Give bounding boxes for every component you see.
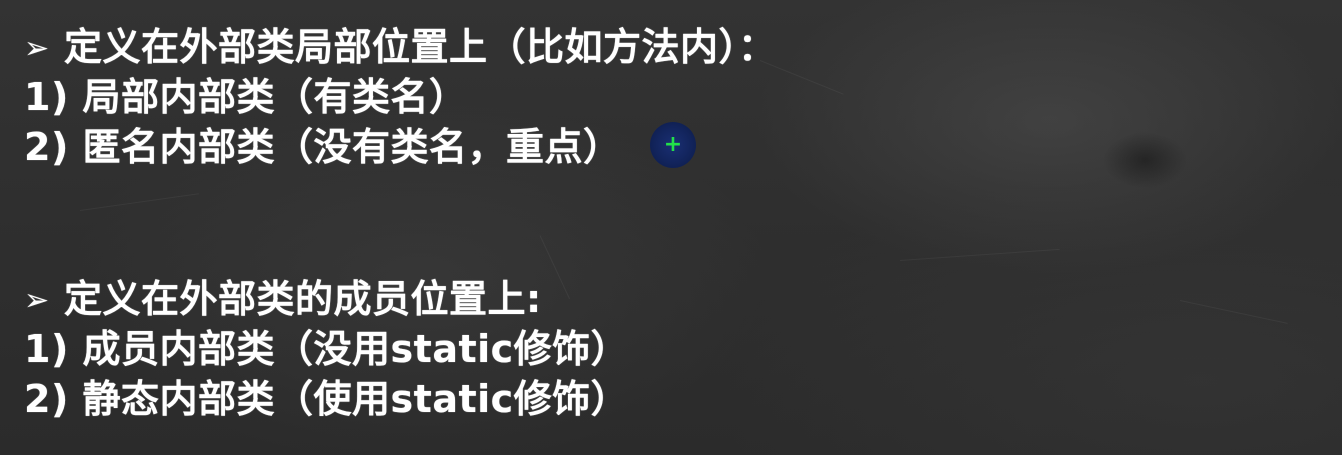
chalkboard: ➢ 定义在外部类局部位置上（比如方法内）： 1) 局部内部类（有类名） 2) 匿名… [0, 0, 1342, 455]
crosshair-plus-icon: + [663, 132, 683, 157]
section1-heading: ➢ 定义在外部类局部位置上（比如方法内）： [24, 24, 777, 72]
chalk-scratch [1179, 300, 1288, 324]
mouse-cursor: + [650, 122, 696, 168]
chalk-scratch [899, 248, 1060, 261]
section2-title: 定义在外部类的成员位置上: [64, 277, 542, 321]
section2-item-1: 1) 成员内部类（没用static修饰） [24, 327, 630, 371]
chalk-scratch [539, 235, 571, 300]
chalk-scratch [79, 193, 199, 211]
section2-heading: ➢ 定义在外部类的成员位置上: [24, 276, 542, 324]
bullet-arrow-icon: ➢ [24, 283, 50, 318]
bullet-arrow-icon: ➢ [24, 31, 50, 66]
section2-item-2: 2) 静态内部类（使用static修饰） [24, 377, 630, 421]
section1-item-1: 1) 局部内部类（有类名） [24, 75, 468, 119]
section1-item-2: 2) 匿名内部类（没有类名，重点） [24, 125, 622, 169]
section1-title: 定义在外部类局部位置上（比如方法内）： [64, 25, 777, 69]
